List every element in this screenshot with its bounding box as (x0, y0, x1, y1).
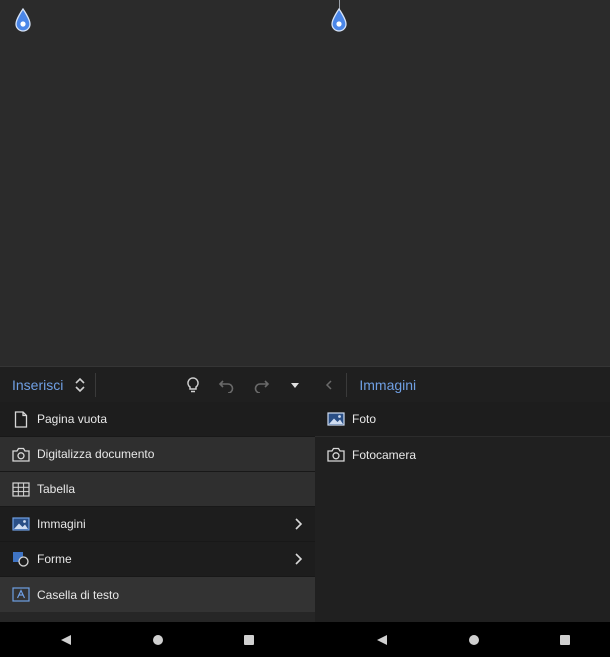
triangle-back-icon (61, 635, 71, 645)
table-icon (12, 481, 30, 497)
camera-icon (327, 447, 345, 462)
nav-recents-button[interactable] (241, 632, 257, 648)
menu-item-blank-page[interactable]: Pagina vuota (0, 402, 315, 437)
submenu-item-camera[interactable]: Fotocamera (315, 437, 610, 472)
insert-menu: Pagina vuota Digitalizza documento Tabel… (0, 402, 315, 612)
menu-item-label: Immagini (37, 517, 86, 531)
insert-tab-label: Inserisci (12, 377, 64, 393)
menu-item-images[interactable]: Immagini (0, 507, 315, 542)
caret-down-icon (291, 383, 300, 388)
camera-icon (12, 447, 30, 462)
back-button[interactable] (312, 367, 346, 403)
panel-title: Immagini (359, 377, 417, 393)
submenu-item-label: Fotocamera (352, 447, 417, 462)
lightbulb-icon (187, 377, 200, 393)
submenu-item-label: Foto (352, 412, 377, 426)
ribbon-toolbar: Inserisci Immagini (0, 366, 610, 404)
chevron-right-icon (295, 553, 303, 565)
menu-item-label: Tabella (37, 482, 76, 496)
blank-page-icon (14, 410, 28, 428)
menu-item-shapes[interactable]: Forme (0, 542, 315, 577)
circle-home-icon (469, 635, 479, 645)
more-options-button[interactable] (278, 367, 312, 403)
square-recents-icon (560, 635, 570, 645)
chevron-left-icon (326, 380, 332, 390)
updown-chevron-icon (75, 377, 85, 393)
images-submenu: Foto Fotocamera (315, 402, 610, 622)
nav-back-button[interactable] (58, 632, 74, 648)
redo-button[interactable] (244, 367, 278, 403)
menu-item-label: Pagina vuota (37, 412, 108, 426)
nav-home-button[interactable] (466, 632, 482, 648)
square-recents-icon (244, 635, 254, 645)
menu-item-scan-document[interactable]: Digitalizza documento (0, 437, 315, 472)
triangle-back-icon (377, 635, 387, 645)
insert-tab-selector[interactable]: Inserisci (0, 367, 87, 403)
nav-back-button[interactable] (374, 632, 390, 648)
ideas-button[interactable] (176, 367, 210, 403)
toolbar-divider (346, 373, 348, 397)
toolbar-divider (95, 373, 97, 397)
nav-recents-button[interactable] (557, 632, 573, 648)
selection-handle-start-icon[interactable] (14, 8, 32, 34)
menu-item-label: Forme (37, 552, 72, 566)
undo-button[interactable] (210, 367, 244, 403)
menu-item-table[interactable]: Tabella (0, 472, 315, 507)
document-canvas[interactable] (0, 0, 610, 366)
circle-home-icon (153, 635, 163, 645)
text-box-icon (12, 587, 30, 602)
submenu-item-photo[interactable]: Foto (315, 402, 610, 437)
menu-item-label: Digitalizza documento (37, 447, 155, 461)
menu-item-label: Casella di testo (37, 587, 120, 602)
image-icon (12, 517, 30, 531)
selection-handle-end-icon[interactable] (330, 8, 348, 34)
nav-home-button[interactable] (150, 632, 166, 648)
system-navigation-bar (0, 622, 610, 657)
shapes-icon (13, 552, 29, 567)
menu-item-text-box[interactable]: Casella di testo (0, 577, 315, 612)
photo-icon (327, 412, 345, 426)
redo-icon (255, 380, 270, 393)
chevron-right-icon (295, 518, 303, 530)
undo-icon (219, 380, 234, 393)
